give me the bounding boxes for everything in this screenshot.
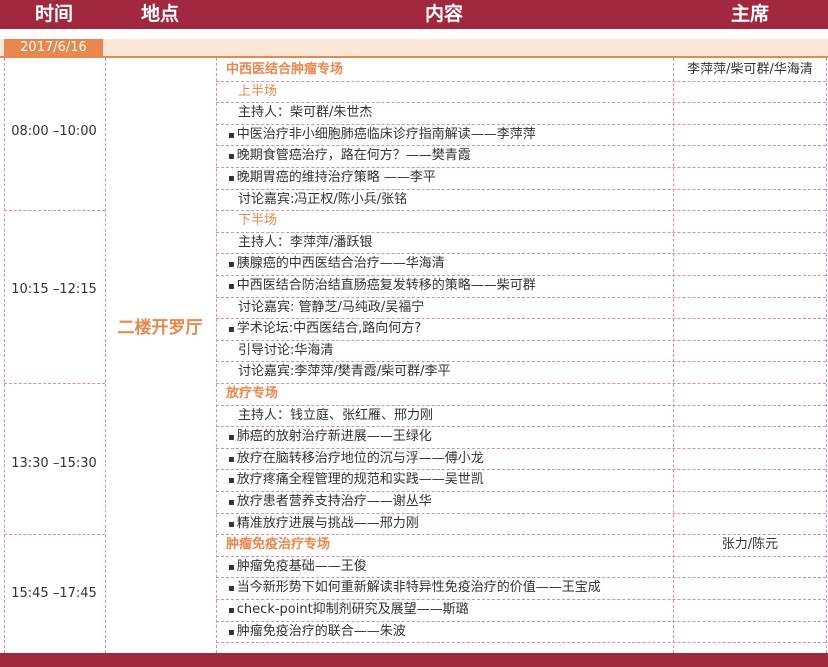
program-row: 主持人：柴可群/朱世杰 xyxy=(238,105,373,121)
program-row: 放疗在脑转移治疗地位的沉与浮——傅小龙 xyxy=(226,448,674,469)
grid-line xyxy=(105,58,106,653)
program-row: 学术论坛:中西医结合,路向何方? xyxy=(226,318,674,339)
row-divider xyxy=(216,642,826,644)
session-divider xyxy=(4,534,105,536)
date-label: 2017/6/16 xyxy=(4,39,103,56)
program-row: 讨论嘉宾:冯正权/陈小兵/张铭 xyxy=(238,191,408,207)
grid-line xyxy=(826,58,827,653)
program-row: 肿瘤免疫治疗专场 xyxy=(226,537,331,553)
session-time: 10:15 –12:15 xyxy=(11,282,97,297)
program-row: 中医治疗非小细胞肺癌临床诊疗指南解读——李萍萍 xyxy=(226,124,674,145)
header-chair: 主席 xyxy=(730,3,769,25)
header-content: 内容 xyxy=(424,3,463,25)
session-time: 15:45 –17:45 xyxy=(11,586,97,601)
program-row: 肿瘤免疫基础——王俊 xyxy=(226,556,674,577)
date-band xyxy=(0,39,828,58)
program-row: 中西医结合防治结直肠癌复发转移的策略——柴可群 xyxy=(226,275,674,296)
program-row: 晚期食管癌治疗，路在何方？——樊青霞 xyxy=(226,145,674,166)
program-row: 主持人：钱立庭、张红雁、邢力刚 xyxy=(238,407,434,423)
program-row: 放疗专场 xyxy=(226,386,279,401)
program-row: 胰腺癌的中西医结合治疗——华海清 xyxy=(226,253,674,274)
chair-names: 李萍萍/柴可群/华海清 xyxy=(687,62,813,77)
program-row: 主持人：李萍萍/潘跃银 xyxy=(238,234,373,250)
chair-names: 张力/陈元 xyxy=(721,537,779,553)
program-row: 中西医结合肿瘤专场 xyxy=(226,62,344,77)
grid-line xyxy=(216,58,217,653)
program-row: 肺癌的放射治疗新进展——王绿化 xyxy=(226,426,674,447)
program-row: 下半场 xyxy=(238,213,278,229)
venue-name: 二楼开罗厅 xyxy=(117,318,203,338)
program-row: 精准放疗进展与挑战——邢力刚 xyxy=(226,513,674,534)
header-time: 时间 xyxy=(34,3,73,25)
program-row: 放疗疼痛全程管理的规范和实践——吴世凯 xyxy=(226,469,674,490)
program-row: 讨论嘉宾:李萍萍/樊青霞/柴可群/李平 xyxy=(238,364,451,380)
program-row: 当今新形势下如何重新解读非特异性免疫治疗的价值——王宝成 xyxy=(226,577,674,598)
session-time: 13:30 –15:30 xyxy=(11,456,97,471)
program-row: 肿瘤免疫治疗的联合——朱波 xyxy=(226,621,674,642)
program-row: 上半场 xyxy=(238,83,278,99)
program-row: 引导讨论:华海清 xyxy=(238,342,334,358)
session-divider xyxy=(4,210,105,212)
table-header: 时间 地点 内容 主席 xyxy=(0,0,828,29)
header-place: 地点 xyxy=(140,3,179,25)
program-row: 讨论嘉宾: 管静芝/马纯政/吴福宁 xyxy=(238,299,425,315)
session-divider xyxy=(4,383,105,384)
program-row: check-point抑制剂研究及展望——斯璐 xyxy=(226,599,674,620)
footer-bar xyxy=(0,653,828,667)
program-row: 晚期胃癌的维持治疗策略 ——李平 xyxy=(226,167,674,188)
program-row: 放疗患者营养支持治疗——谢丛华 xyxy=(226,491,674,512)
grid-line xyxy=(4,58,5,653)
session-time: 08:00 –10:00 xyxy=(11,124,97,139)
